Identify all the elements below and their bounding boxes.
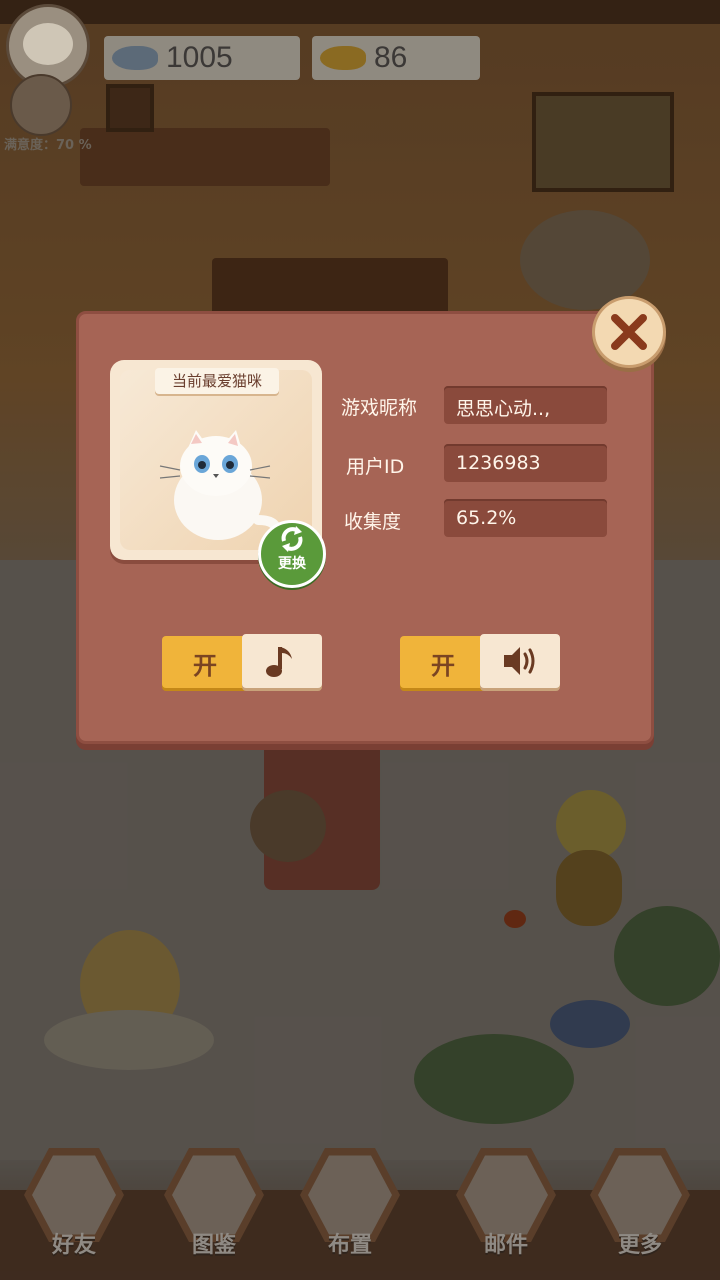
music-note-icon	[266, 647, 292, 677]
user-id-label: 用户ID	[346, 456, 405, 478]
nav-decorate-label: 布置	[327, 1233, 372, 1258]
nickname-value: 思思心动..,	[456, 398, 551, 420]
gold-fish-icon	[320, 46, 366, 70]
music-on-button[interactable]: 开	[162, 636, 248, 688]
user-id-value: 1236983	[456, 452, 541, 474]
silver-fish-counter[interactable]: 1005	[104, 36, 300, 80]
nav-mail-label: 邮件	[483, 1233, 528, 1258]
silver-fish-count: 1005	[166, 41, 233, 74]
sound-icon-box	[480, 634, 560, 688]
music-on-label: 开	[193, 652, 217, 680]
gold-fish-count: 86	[374, 41, 408, 74]
close-icon	[611, 314, 647, 350]
collection-value: 65.2%	[456, 507, 517, 529]
grandma-avatar[interactable]	[10, 74, 72, 136]
satisfaction-text: 满意度：70 %	[4, 138, 92, 153]
silver-fish-icon	[112, 46, 158, 70]
swap-label: 更换	[278, 556, 306, 572]
speaker-icon	[504, 647, 535, 675]
nav-more-label: 更多	[617, 1233, 662, 1258]
card-title: 当前最爱猫咪	[155, 368, 279, 394]
nav-friends-button[interactable]: 好友	[18, 1145, 130, 1263]
collection-label: 收集度	[344, 511, 402, 533]
nickname-field[interactable]: 思思心动..,	[444, 386, 607, 424]
gold-fish-counter[interactable]: 86	[312, 36, 480, 80]
close-button[interactable]	[592, 296, 666, 368]
collection-field: 65.2%	[444, 499, 607, 537]
refresh-icon	[281, 526, 303, 552]
sound-toggle[interactable]: 开	[400, 634, 562, 688]
nav-more-button[interactable]: 更多	[584, 1145, 696, 1263]
cat-avatar-icon	[23, 23, 73, 65]
nav-decorate-button[interactable]: 布置	[294, 1145, 406, 1263]
user-id-field: 1236983	[444, 444, 607, 482]
nav-mail-button[interactable]: 邮件	[450, 1145, 562, 1263]
swap-cat-button[interactable]: 更换	[258, 520, 326, 588]
sound-on-button[interactable]: 开	[400, 636, 486, 688]
music-icon-box	[242, 634, 322, 688]
nav-friends-label: 好友	[51, 1233, 96, 1258]
nav-collection-label: 图鉴	[191, 1233, 236, 1258]
sound-on-label: 开	[431, 652, 455, 680]
nickname-label: 游戏昵称	[341, 397, 418, 419]
music-toggle[interactable]: 开	[162, 634, 324, 688]
nav-collection-button[interactable]: 图鉴	[158, 1145, 270, 1263]
